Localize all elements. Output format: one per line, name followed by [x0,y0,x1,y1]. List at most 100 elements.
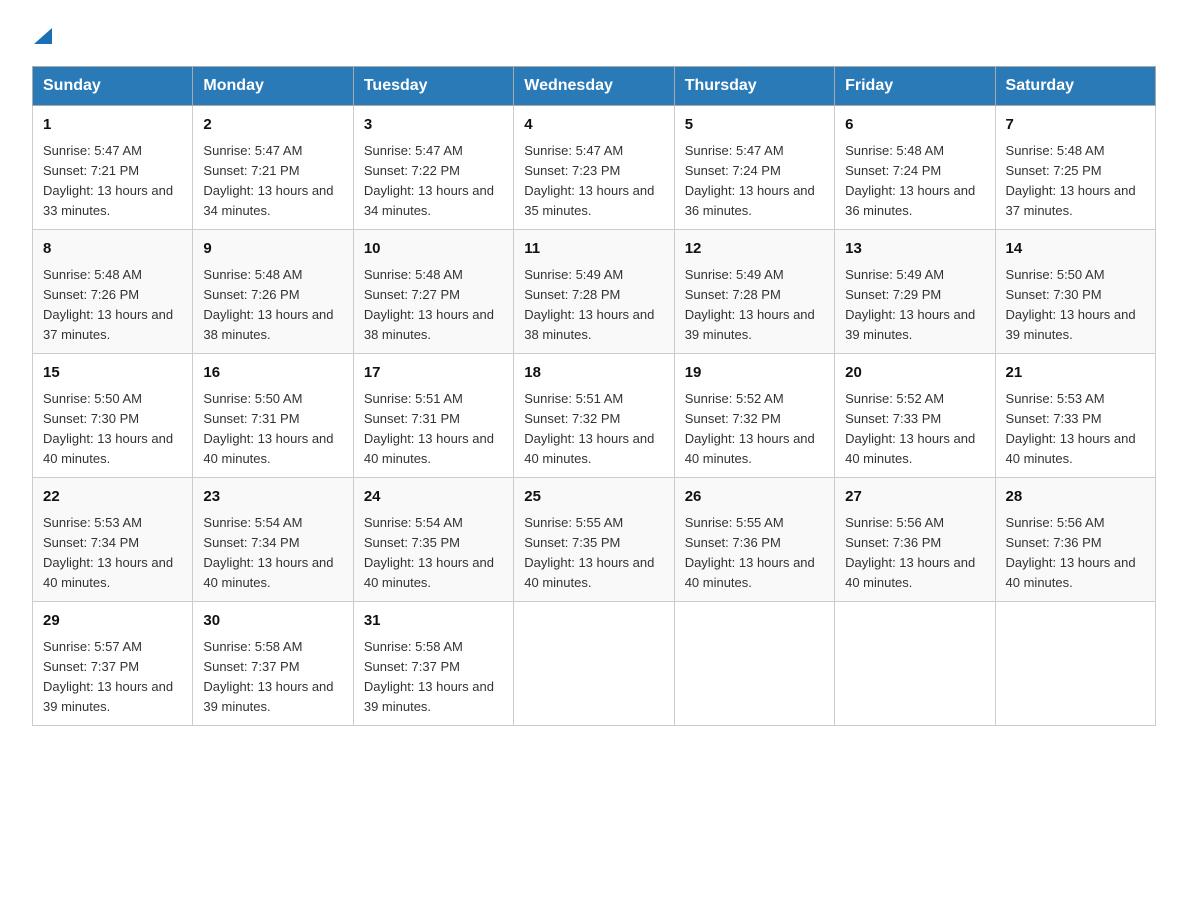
day-of-week-header: Wednesday [514,67,674,106]
day-info: Sunrise: 5:56 AMSunset: 7:36 PMDaylight:… [1006,515,1136,590]
calendar-cell [674,602,834,726]
calendar-cell: 14 Sunrise: 5:50 AMSunset: 7:30 PMDaylig… [995,230,1155,354]
day-info: Sunrise: 5:47 AMSunset: 7:23 PMDaylight:… [524,143,654,218]
logo [32,24,54,46]
calendar-cell [835,602,995,726]
day-number: 28 [1006,486,1145,509]
day-info: Sunrise: 5:48 AMSunset: 7:25 PMDaylight:… [1006,143,1136,218]
day-number: 29 [43,610,182,633]
day-of-week-header: Sunday [33,67,193,106]
day-of-week-header: Monday [193,67,353,106]
calendar-cell [995,602,1155,726]
day-number: 27 [845,486,984,509]
calendar-cell: 26 Sunrise: 5:55 AMSunset: 7:36 PMDaylig… [674,478,834,602]
day-info: Sunrise: 5:47 AMSunset: 7:21 PMDaylight:… [43,143,173,218]
day-info: Sunrise: 5:51 AMSunset: 7:32 PMDaylight:… [524,391,654,466]
day-number: 18 [524,362,663,385]
calendar-cell: 30 Sunrise: 5:58 AMSunset: 7:37 PMDaylig… [193,602,353,726]
day-number: 16 [203,362,342,385]
calendar-week-row: 29 Sunrise: 5:57 AMSunset: 7:37 PMDaylig… [33,602,1156,726]
day-number: 11 [524,238,663,261]
day-number: 21 [1006,362,1145,385]
day-number: 17 [364,362,503,385]
day-info: Sunrise: 5:49 AMSunset: 7:28 PMDaylight:… [524,267,654,342]
calendar-cell: 2 Sunrise: 5:47 AMSunset: 7:21 PMDayligh… [193,106,353,230]
day-number: 8 [43,238,182,261]
calendar-week-row: 15 Sunrise: 5:50 AMSunset: 7:30 PMDaylig… [33,354,1156,478]
calendar-cell: 28 Sunrise: 5:56 AMSunset: 7:36 PMDaylig… [995,478,1155,602]
day-number: 2 [203,114,342,137]
calendar-cell: 22 Sunrise: 5:53 AMSunset: 7:34 PMDaylig… [33,478,193,602]
calendar-cell: 12 Sunrise: 5:49 AMSunset: 7:28 PMDaylig… [674,230,834,354]
day-info: Sunrise: 5:47 AMSunset: 7:24 PMDaylight:… [685,143,815,218]
day-number: 7 [1006,114,1145,137]
calendar-cell: 21 Sunrise: 5:53 AMSunset: 7:33 PMDaylig… [995,354,1155,478]
day-of-week-header: Thursday [674,67,834,106]
day-info: Sunrise: 5:48 AMSunset: 7:26 PMDaylight:… [203,267,333,342]
day-info: Sunrise: 5:54 AMSunset: 7:34 PMDaylight:… [203,515,333,590]
day-number: 30 [203,610,342,633]
day-number: 3 [364,114,503,137]
calendar-week-row: 1 Sunrise: 5:47 AMSunset: 7:21 PMDayligh… [33,106,1156,230]
day-number: 4 [524,114,663,137]
day-number: 22 [43,486,182,509]
day-number: 25 [524,486,663,509]
day-info: Sunrise: 5:51 AMSunset: 7:31 PMDaylight:… [364,391,494,466]
calendar-table: SundayMondayTuesdayWednesdayThursdayFrid… [32,66,1156,726]
day-info: Sunrise: 5:49 AMSunset: 7:28 PMDaylight:… [685,267,815,342]
day-info: Sunrise: 5:52 AMSunset: 7:33 PMDaylight:… [845,391,975,466]
calendar-cell [514,602,674,726]
page-header [32,24,1156,46]
calendar-cell: 7 Sunrise: 5:48 AMSunset: 7:25 PMDayligh… [995,106,1155,230]
logo-triangle-icon [32,24,54,46]
day-info: Sunrise: 5:58 AMSunset: 7:37 PMDaylight:… [203,639,333,714]
calendar-cell: 23 Sunrise: 5:54 AMSunset: 7:34 PMDaylig… [193,478,353,602]
day-number: 26 [685,486,824,509]
calendar-cell: 16 Sunrise: 5:50 AMSunset: 7:31 PMDaylig… [193,354,353,478]
calendar-cell: 18 Sunrise: 5:51 AMSunset: 7:32 PMDaylig… [514,354,674,478]
calendar-cell: 31 Sunrise: 5:58 AMSunset: 7:37 PMDaylig… [353,602,513,726]
day-info: Sunrise: 5:49 AMSunset: 7:29 PMDaylight:… [845,267,975,342]
day-info: Sunrise: 5:48 AMSunset: 7:24 PMDaylight:… [845,143,975,218]
day-info: Sunrise: 5:50 AMSunset: 7:30 PMDaylight:… [1006,267,1136,342]
calendar-cell: 25 Sunrise: 5:55 AMSunset: 7:35 PMDaylig… [514,478,674,602]
calendar-cell: 9 Sunrise: 5:48 AMSunset: 7:26 PMDayligh… [193,230,353,354]
calendar-cell: 11 Sunrise: 5:49 AMSunset: 7:28 PMDaylig… [514,230,674,354]
day-number: 1 [43,114,182,137]
calendar-cell: 4 Sunrise: 5:47 AMSunset: 7:23 PMDayligh… [514,106,674,230]
day-number: 31 [364,610,503,633]
calendar-header-row: SundayMondayTuesdayWednesdayThursdayFrid… [33,67,1156,106]
day-info: Sunrise: 5:52 AMSunset: 7:32 PMDaylight:… [685,391,815,466]
calendar-cell: 6 Sunrise: 5:48 AMSunset: 7:24 PMDayligh… [835,106,995,230]
day-of-week-header: Tuesday [353,67,513,106]
day-number: 12 [685,238,824,261]
calendar-cell: 20 Sunrise: 5:52 AMSunset: 7:33 PMDaylig… [835,354,995,478]
calendar-cell: 8 Sunrise: 5:48 AMSunset: 7:26 PMDayligh… [33,230,193,354]
calendar-cell: 17 Sunrise: 5:51 AMSunset: 7:31 PMDaylig… [353,354,513,478]
day-info: Sunrise: 5:57 AMSunset: 7:37 PMDaylight:… [43,639,173,714]
day-info: Sunrise: 5:56 AMSunset: 7:36 PMDaylight:… [845,515,975,590]
day-info: Sunrise: 5:55 AMSunset: 7:36 PMDaylight:… [685,515,815,590]
day-number: 24 [364,486,503,509]
day-of-week-header: Saturday [995,67,1155,106]
day-info: Sunrise: 5:50 AMSunset: 7:31 PMDaylight:… [203,391,333,466]
day-number: 6 [845,114,984,137]
day-number: 23 [203,486,342,509]
day-number: 19 [685,362,824,385]
day-info: Sunrise: 5:54 AMSunset: 7:35 PMDaylight:… [364,515,494,590]
day-number: 15 [43,362,182,385]
calendar-cell: 3 Sunrise: 5:47 AMSunset: 7:22 PMDayligh… [353,106,513,230]
day-number: 20 [845,362,984,385]
calendar-week-row: 22 Sunrise: 5:53 AMSunset: 7:34 PMDaylig… [33,478,1156,602]
day-info: Sunrise: 5:58 AMSunset: 7:37 PMDaylight:… [364,639,494,714]
calendar-cell: 27 Sunrise: 5:56 AMSunset: 7:36 PMDaylig… [835,478,995,602]
calendar-cell: 19 Sunrise: 5:52 AMSunset: 7:32 PMDaylig… [674,354,834,478]
day-info: Sunrise: 5:50 AMSunset: 7:30 PMDaylight:… [43,391,173,466]
day-number: 13 [845,238,984,261]
calendar-cell: 29 Sunrise: 5:57 AMSunset: 7:37 PMDaylig… [33,602,193,726]
day-info: Sunrise: 5:55 AMSunset: 7:35 PMDaylight:… [524,515,654,590]
day-info: Sunrise: 5:48 AMSunset: 7:27 PMDaylight:… [364,267,494,342]
calendar-cell: 1 Sunrise: 5:47 AMSunset: 7:21 PMDayligh… [33,106,193,230]
calendar-cell: 24 Sunrise: 5:54 AMSunset: 7:35 PMDaylig… [353,478,513,602]
day-info: Sunrise: 5:47 AMSunset: 7:21 PMDaylight:… [203,143,333,218]
